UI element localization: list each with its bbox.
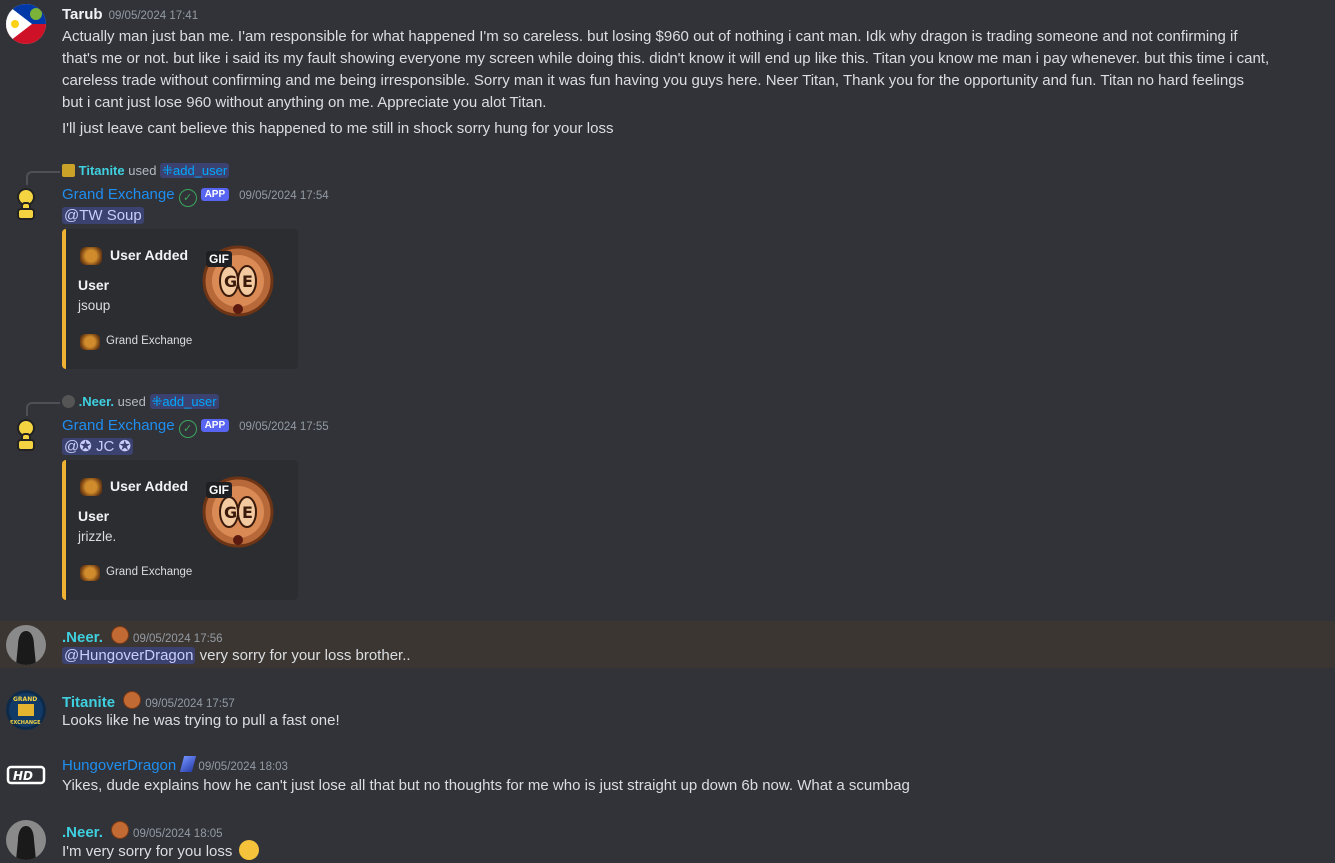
svg-text:HD: HD bbox=[13, 769, 33, 783]
app-badge: APP bbox=[200, 188, 230, 201]
check-circle-icon: ✓ bbox=[178, 189, 197, 207]
message-line: Yikes, dude explains how he can't just l… bbox=[62, 777, 910, 794]
user-mention[interactable]: @✪ JC ✪ bbox=[62, 438, 134, 455]
author-name[interactable]: .Neer. 09/05/2024 17:56 bbox=[62, 626, 223, 646]
author-name[interactable]: Titanite 09/05/2024 17:57 bbox=[62, 691, 235, 711]
message-line: Actually man just ban me. I'am responsib… bbox=[62, 28, 1238, 45]
gif-badge: GIF bbox=[206, 482, 232, 498]
svg-text:GRAND: GRAND bbox=[13, 696, 37, 703]
svg-text:G: G bbox=[224, 503, 237, 522]
user-mention[interactable]: @HungoverDragon bbox=[62, 647, 196, 664]
svg-text:EXCHANGE: EXCHANGE bbox=[10, 720, 41, 726]
message-line: I'm very sorry for you loss bbox=[62, 840, 259, 863]
message-line: I'll just leave cant believe this happen… bbox=[62, 120, 614, 137]
timestamp: 09/05/2024 17:54 bbox=[239, 190, 329, 202]
avatar-neer[interactable] bbox=[6, 625, 46, 665]
reply-user[interactable]: Titanite bbox=[79, 163, 125, 178]
embed-card: User Added User jsoup G E GIF Grand Exch… bbox=[62, 229, 298, 369]
app-badge: APP bbox=[200, 419, 230, 432]
avatar-grand-exchange[interactable] bbox=[6, 185, 46, 225]
slash-command-icon: ⁜ bbox=[151, 394, 163, 409]
message-text: I'm very sorry for you loss bbox=[62, 843, 233, 860]
timestamp: 09/05/2024 17:55 bbox=[239, 421, 329, 433]
message-line: but i cant just lose 960 without anythin… bbox=[62, 94, 547, 111]
author-label[interactable]: Titanite bbox=[62, 694, 115, 711]
check-circle-icon: ✓ bbox=[178, 420, 197, 438]
timestamp: 09/05/2024 18:03 bbox=[198, 761, 288, 773]
author-label[interactable]: Grand Exchange bbox=[62, 186, 175, 203]
slash-command-icon: ⁜ bbox=[162, 163, 173, 178]
avatar-hungoverdragon[interactable]: HD bbox=[6, 755, 46, 795]
author-label[interactable]: Tarub bbox=[62, 6, 103, 23]
author-label[interactable]: .Neer. bbox=[62, 629, 103, 646]
avatar-titanite[interactable]: GRAND EXCHANGE bbox=[6, 690, 46, 730]
timestamp: 09/05/2024 17:57 bbox=[145, 698, 235, 710]
reply-used: used bbox=[117, 394, 146, 409]
message-text: very sorry for your loss brother.. bbox=[195, 647, 411, 664]
embed-title: User Added bbox=[110, 247, 189, 263]
avatar-tarub[interactable] bbox=[6, 4, 46, 44]
reply-preview[interactable]: Titanite used ⁜add_user bbox=[62, 163, 230, 179]
message-line: Looks like he was trying to pull a fast … bbox=[62, 712, 340, 729]
reply-connector bbox=[26, 171, 60, 185]
author-label[interactable]: HungoverDragon bbox=[62, 757, 176, 774]
mention-line: @✪ JC ✪ bbox=[62, 436, 134, 458]
svg-text:E: E bbox=[242, 272, 253, 291]
author-name[interactable]: HungoverDragon 09/05/2024 18:03 bbox=[62, 756, 288, 774]
author-name[interactable]: Grand Exchange ✓ APP 09/05/2024 17:54 bbox=[62, 186, 329, 207]
embed-footer: Grand Exchange bbox=[106, 335, 193, 347]
command-chip[interactable]: ⁜add_user bbox=[160, 163, 230, 178]
command-name: add_user bbox=[172, 163, 228, 178]
embed-field-value: jsoup bbox=[78, 298, 111, 313]
reply-avatar-icon bbox=[62, 395, 75, 408]
embed-field-name: User bbox=[78, 277, 110, 293]
ge-helmet-icon bbox=[80, 247, 102, 265]
reply-used: used bbox=[128, 163, 157, 178]
timestamp: 09/05/2024 17:56 bbox=[133, 633, 223, 645]
svg-text:E: E bbox=[242, 503, 253, 522]
embed-footer: Grand Exchange bbox=[106, 566, 193, 578]
message-line: @HungoverDragon very sorry for your loss… bbox=[62, 645, 411, 667]
author-name[interactable]: Tarub 09/05/2024 17:41 bbox=[62, 6, 198, 23]
reply-user[interactable]: .Neer. bbox=[79, 394, 114, 409]
gif-badge: GIF bbox=[206, 251, 232, 267]
crystal-badge-icon bbox=[180, 756, 197, 772]
author-name[interactable]: .Neer. 09/05/2024 18:05 bbox=[62, 821, 223, 841]
author-name[interactable]: Grand Exchange ✓ APP 09/05/2024 17:55 bbox=[62, 417, 329, 438]
message-line: careless trade without confirming and me… bbox=[62, 72, 1245, 89]
gold-coin-badge-icon bbox=[111, 821, 130, 839]
user-mention[interactable]: @TW Soup bbox=[62, 207, 144, 224]
reply-preview[interactable]: .Neer. used ⁜add_user bbox=[62, 394, 219, 410]
author-label[interactable]: .Neer. bbox=[62, 824, 103, 841]
timestamp: 09/05/2024 17:41 bbox=[108, 10, 199, 22]
embed-field-value: jrizzle. bbox=[78, 529, 117, 544]
worried-face-emoji-icon bbox=[238, 840, 259, 860]
avatar-grand-exchange[interactable] bbox=[6, 416, 46, 456]
mention-line: @TW Soup bbox=[62, 205, 144, 227]
command-name: add_user bbox=[162, 394, 217, 409]
author-label[interactable]: Grand Exchange bbox=[62, 417, 175, 434]
embed-title: User Added bbox=[110, 478, 189, 494]
embed-field-name: User bbox=[78, 508, 110, 524]
gold-coin-badge-icon bbox=[111, 626, 130, 644]
message-line: that's me or not. but like i said its my… bbox=[62, 50, 1270, 67]
reply-avatar-icon bbox=[62, 164, 75, 177]
ge-helmet-icon bbox=[80, 478, 102, 496]
ge-helmet-icon bbox=[80, 334, 100, 350]
command-chip[interactable]: ⁜add_user bbox=[149, 394, 219, 409]
avatar-neer[interactable] bbox=[6, 820, 46, 860]
timestamp: 09/05/2024 18:05 bbox=[133, 828, 223, 840]
ge-helmet-icon bbox=[80, 565, 100, 581]
embed-card: User Added User jrizzle. G E GIF Grand E… bbox=[62, 460, 298, 600]
svg-text:G: G bbox=[224, 272, 237, 291]
reply-connector bbox=[26, 402, 60, 416]
gold-coin-badge-icon bbox=[123, 691, 142, 709]
